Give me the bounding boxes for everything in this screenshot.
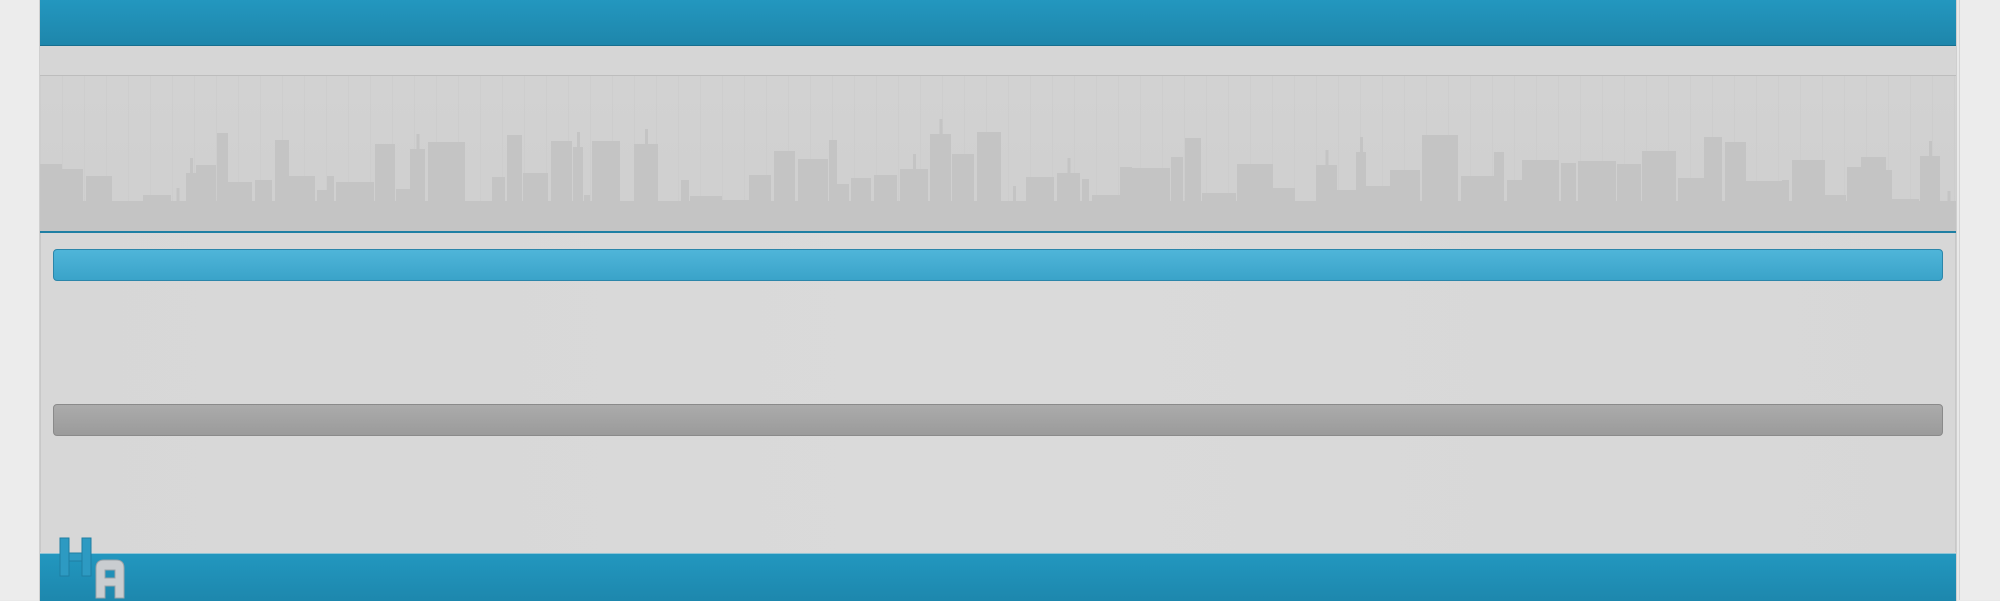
site-container (40, 0, 1956, 601)
header-banner (40, 76, 1956, 233)
block-header-gray[interactable] (53, 404, 1943, 436)
block-header-blue[interactable] (53, 249, 1943, 281)
city-skyline-illustration (40, 76, 1956, 231)
page-gutter-left (0, 0, 41, 600)
top-header-bar (40, 0, 1956, 46)
footer-bar (40, 553, 1956, 601)
main-content (40, 233, 1956, 552)
subnav-strip (40, 46, 1956, 76)
site-logo[interactable] (58, 536, 134, 600)
page-gutter-right (1959, 0, 2000, 600)
